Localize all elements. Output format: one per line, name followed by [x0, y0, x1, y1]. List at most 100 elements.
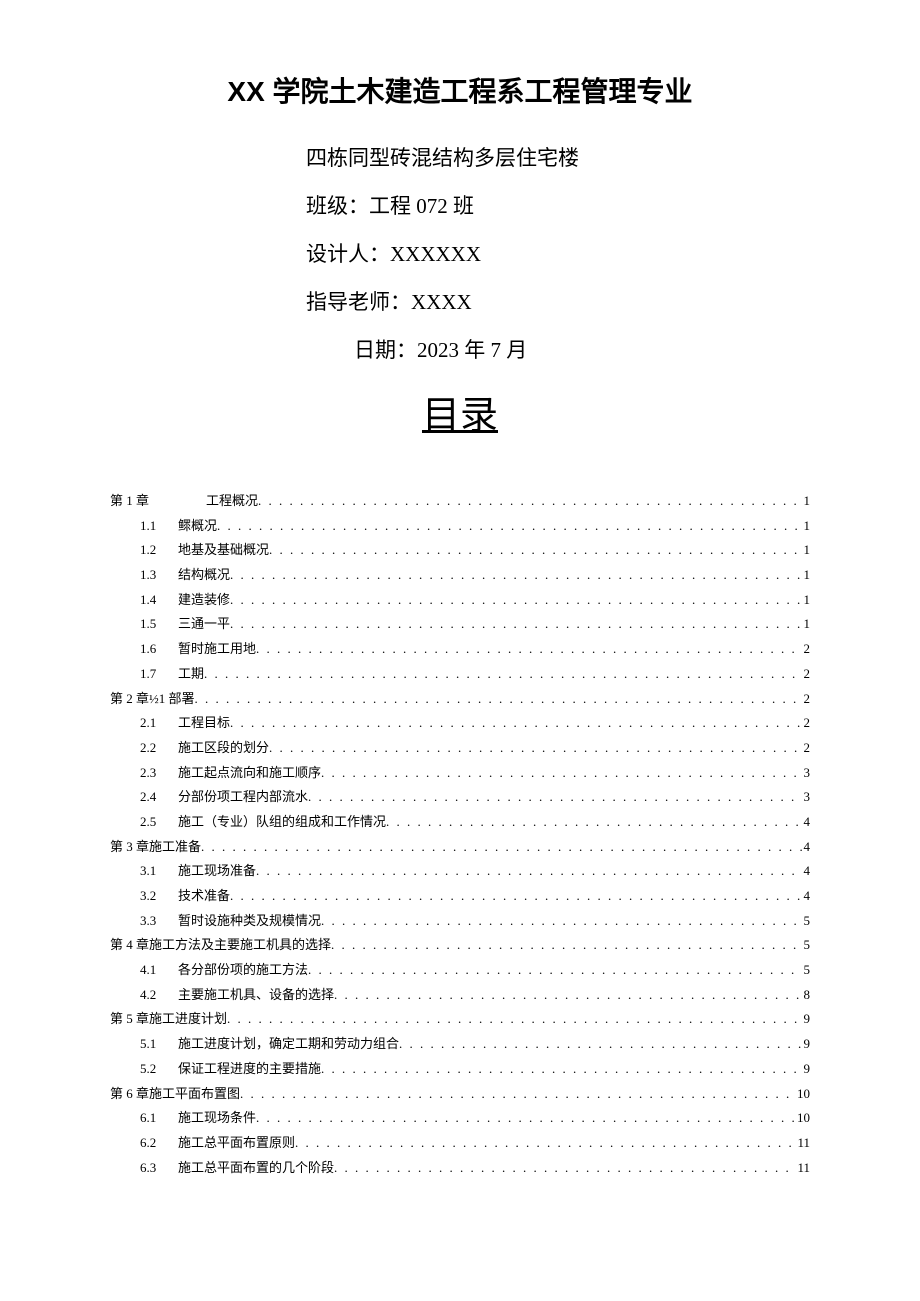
- toc-item-number: 第 3 章施工准备: [110, 835, 201, 860]
- toc-item-label: 工期: [178, 662, 204, 687]
- toc-item-page: 9: [802, 1032, 811, 1057]
- toc-item: 第 6 章施工平面布置图 10: [110, 1082, 810, 1107]
- toc-item-page: 4: [802, 884, 811, 909]
- toc-item-number: 1.7: [140, 662, 178, 687]
- toc-item-number: 5.1: [140, 1032, 178, 1057]
- toc-item-label: 技术准备: [178, 884, 230, 909]
- toc-item-number: 第 5 章施工进度计划: [110, 1007, 227, 1032]
- toc-item-label: 保证工程进度的主要措施: [178, 1057, 321, 1082]
- toc-item-label: 结构概况: [178, 563, 230, 588]
- toc-item: 2.2施工区段的划分 2: [110, 736, 810, 761]
- toc-dots: [321, 1057, 801, 1082]
- toc-dots: [227, 1007, 801, 1032]
- toc-item-page: 11: [795, 1156, 810, 1181]
- toc-container: 第 1 章工程概况 11.1鳏概况 11.2地基及基础概况 11.3结构概况 1…: [110, 489, 810, 1180]
- toc-item-number: 3.2: [140, 884, 178, 909]
- toc-item-label: 暂时设施种类及规模情况: [178, 909, 321, 934]
- toc-item: 5.2保证工程进度的主要措施 9: [110, 1057, 810, 1082]
- toc-item-page: 2: [802, 662, 811, 687]
- toc-dots: [308, 958, 801, 983]
- subtitle-class: 班级：工程 072 班: [110, 190, 810, 220]
- toc-item-number: 2.1: [140, 711, 178, 736]
- toc-item-page: 1: [802, 538, 811, 563]
- toc-item-page: 3: [802, 785, 811, 810]
- toc-item-page: 10: [795, 1106, 810, 1131]
- toc-item-number: 3.1: [140, 859, 178, 884]
- toc-item-page: 1: [802, 514, 811, 539]
- toc-item-number: 4.2: [140, 983, 178, 1008]
- toc-item: 2.1工程目标 2: [110, 711, 810, 736]
- toc-item-page: 2: [802, 736, 811, 761]
- toc-dots: [258, 489, 801, 514]
- toc-item: 3.1施工现场准备 4: [110, 859, 810, 884]
- toc-item-label: 各分部份项的施工方法: [178, 958, 308, 983]
- subtitle-teacher: 指导老师：XXXX: [110, 286, 810, 316]
- toc-dots: [230, 884, 801, 909]
- toc-item: 3.3暂时设施种类及规模情况 5: [110, 909, 810, 934]
- toc-item: 第 3 章施工准备 4: [110, 835, 810, 860]
- toc-item-page: 1: [802, 588, 811, 613]
- toc-dots: [334, 1156, 795, 1181]
- toc-item-number: 6.1: [140, 1106, 178, 1131]
- toc-dots: [230, 612, 801, 637]
- toc-item-number: 5.2: [140, 1057, 178, 1082]
- toc-item-number: 2.4: [140, 785, 178, 810]
- toc-dots: [399, 1032, 801, 1057]
- toc-dots: [230, 711, 801, 736]
- toc-item-page: 5: [802, 909, 811, 934]
- subtitle-date: 日期：2023 年 7 月: [110, 334, 810, 364]
- toc-item-page: 4: [802, 835, 811, 860]
- toc-item-number: 1.2: [140, 538, 178, 563]
- toc-dots: [195, 687, 802, 712]
- toc-item-label: 分部份项工程内部流水: [178, 785, 308, 810]
- toc-item-label: 暂时施工用地: [178, 637, 256, 662]
- toc-dots: [295, 1131, 795, 1156]
- toc-item-page: 2: [802, 637, 811, 662]
- subtitle-designer: 设计人：XXXXXX: [110, 238, 810, 268]
- toc-item-page: 2: [802, 711, 811, 736]
- toc-item: 3.2技术准备 4: [110, 884, 810, 909]
- toc-dots: [217, 514, 801, 539]
- toc-item: 第 4 章施工方法及主要施工机具的选择 5: [110, 933, 810, 958]
- toc-dots: [230, 588, 801, 613]
- toc-dots: [240, 1082, 795, 1107]
- toc-item: 1.5三通一平 1: [110, 612, 810, 637]
- toc-item-label: 工程概况: [206, 489, 258, 514]
- toc-item: 第 5 章施工进度计划 9: [110, 1007, 810, 1032]
- toc-dots: [201, 835, 801, 860]
- toc-item-number: 1.4: [140, 588, 178, 613]
- toc-item-label: 施工进度计划，确定工期和劳动力组合: [178, 1032, 399, 1057]
- toc-item-label: 建造装修: [178, 588, 230, 613]
- subtitle-project: 四栋同型砖混结构多层住宅楼: [110, 142, 810, 172]
- toc-item: 6.3施工总平面布置的几个阶段 11: [110, 1156, 810, 1181]
- toc-item-number: 1.1: [140, 514, 178, 539]
- toc-item-number: 第 2 章½1 部署: [110, 687, 195, 712]
- toc-item-number: 2.2: [140, 736, 178, 761]
- toc-item: 1.6暂时施工用地 2: [110, 637, 810, 662]
- toc-item-number: 1.6: [140, 637, 178, 662]
- toc-item-number: 第 4 章施工方法及主要施工机具的选择: [110, 933, 331, 958]
- toc-item-label: 施工现场条件: [178, 1106, 256, 1131]
- toc-item-label: 工程目标: [178, 711, 230, 736]
- toc-item-label: 施工（专业）队组的组成和工作情况: [178, 810, 386, 835]
- toc-item-number: 2.5: [140, 810, 178, 835]
- toc-item-page: 9: [802, 1007, 811, 1032]
- toc-item-label: 主要施工机具、设备的选择: [178, 983, 334, 1008]
- toc-item-page: 11: [795, 1131, 810, 1156]
- toc-item-page: 3: [802, 761, 811, 786]
- toc-dots: [204, 662, 801, 687]
- toc-item-page: 1: [802, 612, 811, 637]
- toc-item-page: 5: [802, 933, 811, 958]
- toc-item: 4.2主要施工机具、设备的选择 8: [110, 983, 810, 1008]
- toc-item-number: 1.3: [140, 563, 178, 588]
- toc-dots: [334, 983, 801, 1008]
- toc-item-label: 施工总平面布置的几个阶段: [178, 1156, 334, 1181]
- toc-dots: [256, 859, 801, 884]
- toc-item: 4.1各分部份项的施工方法 5: [110, 958, 810, 983]
- toc-dots: [321, 909, 801, 934]
- toc-item: 第 1 章工程概况 1: [110, 489, 810, 514]
- toc-item-label: 三通一平: [178, 612, 230, 637]
- toc-item-page: 8: [802, 983, 811, 1008]
- toc-dots: [269, 736, 801, 761]
- toc-item-number: 6.3: [140, 1156, 178, 1181]
